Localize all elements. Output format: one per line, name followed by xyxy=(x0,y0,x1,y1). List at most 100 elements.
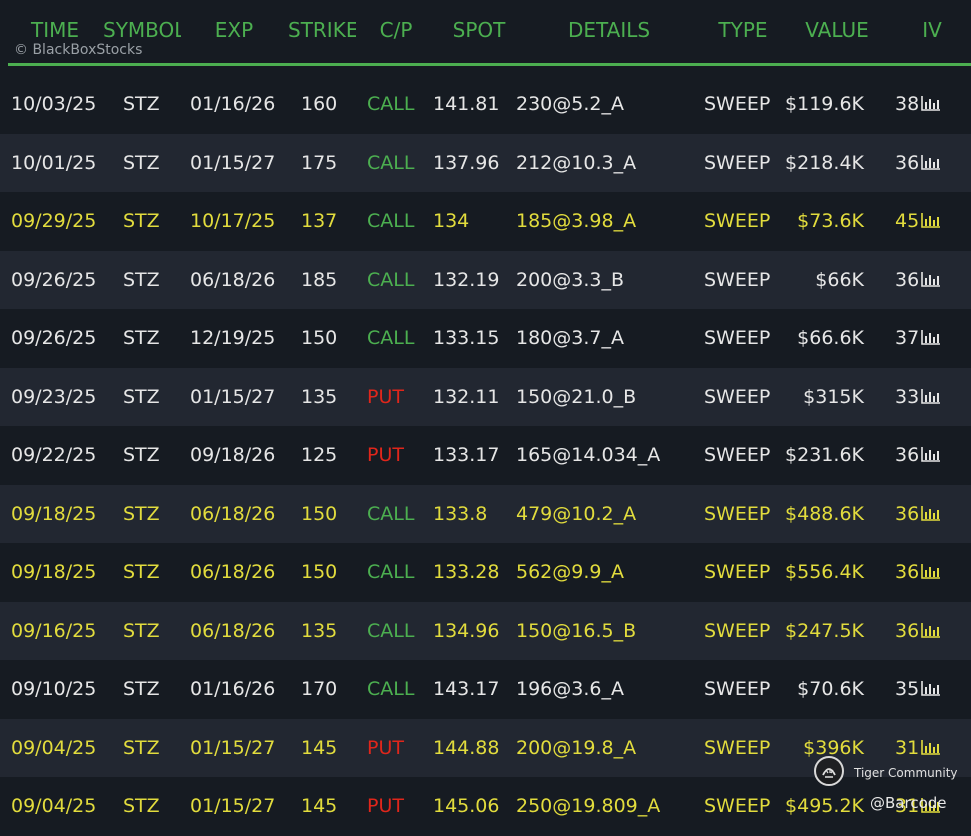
cell-type-text: SWEEP xyxy=(704,619,771,642)
table-row[interactable]: 10/03/25 STZ 01/16/26 160 CALL 141.81 230@5.2_… xyxy=(0,75,971,134)
cell-details-text: 165@14.034_A xyxy=(516,444,661,466)
column-header-exp[interactable]: EXP xyxy=(214,18,254,42)
bar-chart-icon[interactable] xyxy=(921,680,941,696)
cell-type-text: SWEEP xyxy=(704,268,771,291)
bar-chart-icon[interactable] xyxy=(921,622,941,638)
bar-chart-icon[interactable] xyxy=(921,446,941,462)
bar-chart-icon[interactable] xyxy=(921,329,941,345)
cell-exp-text: 12/19/25 xyxy=(190,327,276,349)
cell-exp: 06/18/26 xyxy=(190,485,275,544)
cell-value-text: $495.2K xyxy=(785,795,864,817)
cell-iv: 36 xyxy=(895,251,941,310)
cell-spot: 132.19 xyxy=(433,251,499,310)
bar-chart-icon[interactable] xyxy=(921,563,941,579)
cell-strike-text: 150 xyxy=(301,327,338,349)
column-header-time[interactable]: TIME xyxy=(30,18,80,42)
cell-iv-text: 36 xyxy=(895,502,920,525)
table-row[interactable]: 09/26/25 STZ 12/19/25 150 CALL 133.15 180@3.7_… xyxy=(0,309,971,368)
header-divider xyxy=(8,63,971,66)
column-header-type[interactable]: TYPE xyxy=(716,18,770,42)
cell-strike-text: 135 xyxy=(301,385,338,408)
cell-details: 196@3.6_A xyxy=(516,660,624,719)
cell-time-text: 10/03/25 xyxy=(11,93,97,115)
cell-details: 250@19.809_A xyxy=(516,777,660,836)
column-header-cp[interactable]: C/P xyxy=(376,18,416,42)
cell-time-text: 09/04/25 xyxy=(11,736,97,759)
bar-chart-icon[interactable] xyxy=(921,505,941,521)
cell-spot: 132.11 xyxy=(433,368,499,427)
cell-details: 180@3.7_A xyxy=(516,309,624,368)
column-header-spot[interactable]: SPOT xyxy=(451,18,507,42)
cell-strike-text: 137 xyxy=(301,210,338,232)
cell-value-text: $66K xyxy=(815,268,864,291)
cell-time-text: 09/18/25 xyxy=(11,502,97,525)
cell-value-text: $247.5K xyxy=(785,619,864,642)
bar-chart-icon[interactable] xyxy=(921,271,941,287)
cell-details-text: 180@3.7_A xyxy=(516,327,624,349)
cell-symbol-text: STZ xyxy=(123,327,160,349)
bar-chart-icon[interactable] xyxy=(921,388,941,404)
cell-time: 09/29/25 xyxy=(11,192,96,251)
cell-details: 200@3.3_B xyxy=(516,251,624,310)
table-row[interactable]: 09/18/25 STZ 06/18/26 150 CALL 133.28 562@9.9_… xyxy=(0,543,971,602)
cell-time-text: 09/18/25 xyxy=(11,561,97,583)
cell-time-text: 09/22/25 xyxy=(11,444,97,466)
column-header-strike[interactable]: STRIKE xyxy=(288,18,356,42)
cell-time: 09/18/25 xyxy=(11,485,96,544)
cell-time-text: 09/23/25 xyxy=(11,385,97,408)
cell-strike: 125 xyxy=(301,426,337,485)
cell-exp-text: 06/18/26 xyxy=(190,268,276,291)
table-row[interactable]: 09/22/25 STZ 09/18/26 125 PUT 133.17 165@14.03… xyxy=(0,426,971,485)
cell-spot-text: 144.88 xyxy=(433,736,500,759)
cell-details-text: 150@21.0_B xyxy=(516,385,637,408)
column-header-details[interactable]: DETAILS xyxy=(566,18,652,42)
brand-label: Tiger Community xyxy=(854,766,958,780)
bar-chart-icon[interactable] xyxy=(921,154,941,170)
cell-details-text: 196@3.6_A xyxy=(516,678,624,700)
cell-cp: CALL xyxy=(367,251,414,310)
table-row[interactable]: 09/29/25 STZ 10/17/25 137 CALL 134 185@3.98_A S… xyxy=(0,192,971,251)
cell-exp: 01/15/27 xyxy=(190,777,275,836)
cell-time-text: 09/10/25 xyxy=(11,678,97,700)
cell-type-text: SWEEP xyxy=(704,327,771,349)
column-header-symbol[interactable]: SYMBOL xyxy=(103,18,181,42)
cell-iv: 36 xyxy=(895,426,941,485)
column-header-iv[interactable]: IV xyxy=(919,18,945,42)
cell-type-text: SWEEP xyxy=(704,210,771,232)
cell-iv: 36 xyxy=(895,602,941,661)
bar-chart-icon[interactable] xyxy=(921,212,941,228)
cell-time: 09/18/25 xyxy=(11,543,96,602)
table-row[interactable]: 09/26/25 STZ 06/18/26 185 CALL 132.19 200@3.3_… xyxy=(0,250,971,310)
watermark-text: © BlackBoxStocks xyxy=(14,42,143,58)
bar-chart-icon[interactable] xyxy=(921,739,941,755)
table-row[interactable]: 09/10/25 STZ 01/16/26 170 CALL 143.17 196@3.6_… xyxy=(0,660,971,719)
cell-type: SWEEP xyxy=(704,660,770,719)
cell-symbol-text: STZ xyxy=(123,795,160,817)
cell-type: SWEEP xyxy=(704,719,770,778)
cell-spot-text: 143.17 xyxy=(433,678,500,700)
table-row[interactable]: 09/18/25 STZ 06/18/26 150 CALL 133.8 479@10.2_… xyxy=(0,484,971,544)
column-header-value[interactable]: VALUE xyxy=(803,18,871,42)
cell-exp: 06/18/26 xyxy=(190,251,275,310)
cell-details: 212@10.3_A xyxy=(516,134,636,193)
cell-iv: 37 xyxy=(895,309,941,368)
cell-time: 10/01/25 xyxy=(11,134,96,193)
table-row[interactable]: 09/16/25 STZ 06/18/26 135 CALL 134.96 150@16.5… xyxy=(0,601,971,661)
table-row[interactable]: 10/01/25 STZ 01/15/27 175 CALL 137.96 212@10.3… xyxy=(0,133,971,193)
cell-type-text: SWEEP xyxy=(704,444,771,466)
cell-symbol: STZ xyxy=(123,192,160,251)
cell-type-text: SWEEP xyxy=(704,736,771,759)
cell-iv-text: 38 xyxy=(895,93,920,115)
cell-details: 562@9.9_A xyxy=(516,543,624,602)
cell-cp-text: CALL xyxy=(367,619,415,642)
table-row[interactable]: 09/23/25 STZ 01/15/27 135 PUT 132.11 150@21.0_… xyxy=(0,367,971,427)
cell-iv: 38 xyxy=(895,75,941,134)
cell-strike-text: 150 xyxy=(301,561,338,583)
cell-type: SWEEP xyxy=(704,309,770,368)
cell-symbol-text: STZ xyxy=(123,151,160,174)
cell-symbol-text: STZ xyxy=(123,93,160,115)
bar-chart-icon[interactable] xyxy=(921,95,941,111)
cell-exp: 01/15/27 xyxy=(190,719,275,778)
cell-exp: 01/16/26 xyxy=(190,75,275,134)
cell-details-text: 200@3.3_B xyxy=(516,268,625,291)
